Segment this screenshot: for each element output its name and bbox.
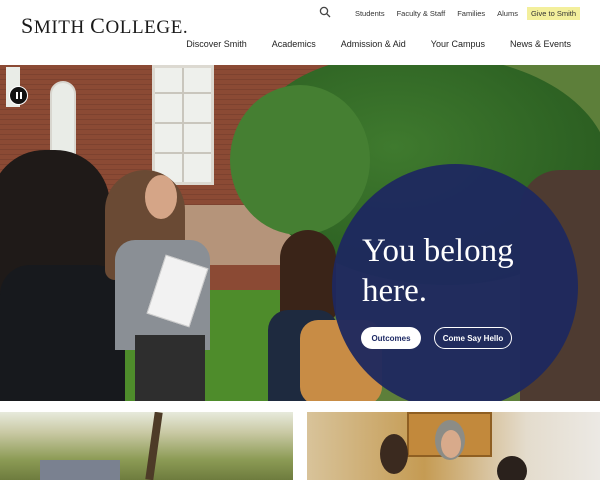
guide-face — [145, 175, 177, 219]
smith-college-logo[interactable]: SMITH COLLEGE. — [21, 13, 188, 39]
give-to-smith-button[interactable]: Give to Smith — [526, 6, 580, 20]
person-head — [497, 456, 527, 480]
hero-tagline: You belong here. — [362, 233, 514, 309]
outcomes-button[interactable]: Outcomes — [361, 327, 421, 349]
nav-item-your-campus[interactable]: Your Campus — [431, 39, 485, 49]
feature-card-image[interactable] — [307, 412, 600, 480]
person-face — [441, 430, 461, 458]
person-head — [380, 434, 408, 474]
student-shirt — [0, 265, 125, 401]
utility-nav: Students Faculty & Staff Families Alums … — [319, 6, 580, 20]
building-window — [152, 65, 214, 185]
utility-link-families[interactable]: Families — [457, 9, 485, 18]
utility-link-students[interactable]: Students — [355, 9, 385, 18]
come-say-hello-button[interactable]: Come Say Hello — [434, 327, 512, 349]
search-icon[interactable] — [319, 6, 333, 20]
tree-foliage — [230, 85, 370, 235]
building-roof — [40, 460, 120, 480]
main-nav: Discover Smith Academics Admission & Aid… — [161, 39, 571, 49]
pause-icon[interactable] — [9, 86, 28, 105]
hero-section: You belong here. Outcomes Come Say Hello — [0, 65, 600, 401]
nav-item-admission-aid[interactable]: Admission & Aid — [341, 39, 406, 49]
guide-pants — [135, 335, 205, 401]
utility-link-alums[interactable]: Alums — [497, 9, 518, 18]
feature-card-image[interactable] — [0, 412, 293, 480]
site-header: SMITH COLLEGE. Students Faculty & Staff … — [0, 0, 600, 65]
nav-item-discover-smith[interactable]: Discover Smith — [186, 39, 247, 49]
utility-link-faculty-staff[interactable]: Faculty & Staff — [397, 9, 446, 18]
nav-item-news-events[interactable]: News & Events — [510, 39, 571, 49]
nav-item-academics[interactable]: Academics — [272, 39, 316, 49]
student-hair — [280, 230, 336, 320]
